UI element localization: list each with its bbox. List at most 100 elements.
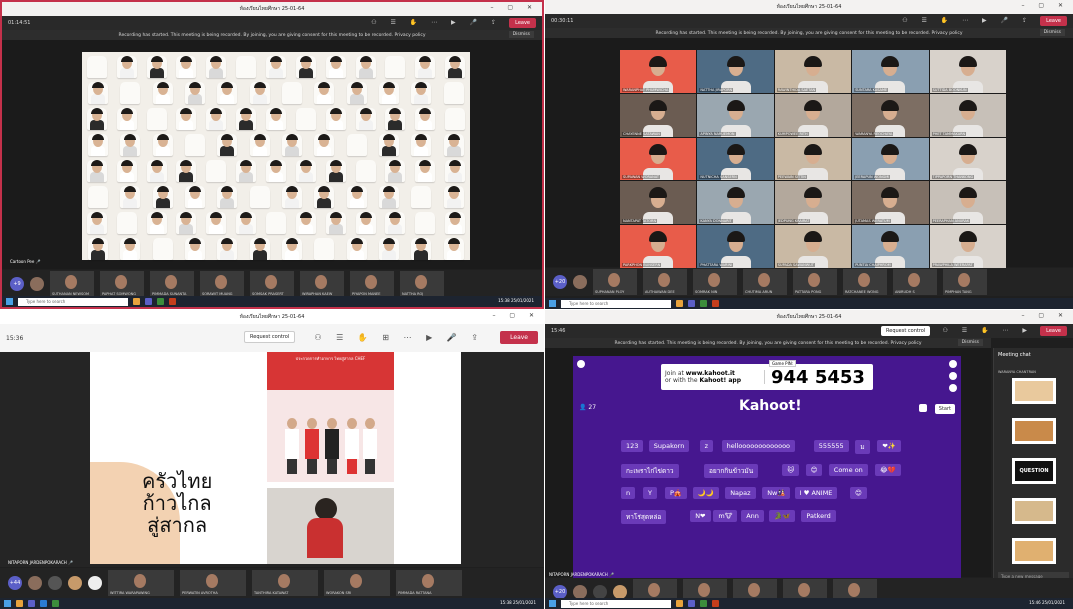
- participant-video-tile[interactable]: JEERAPUN WONGMI: [852, 137, 929, 181]
- taskbar-search-input[interactable]: Type here to search: [561, 299, 671, 308]
- chat-image[interactable]: [1012, 378, 1056, 404]
- file-explorer-icon[interactable]: [133, 298, 140, 305]
- excel-icon[interactable]: [700, 300, 707, 307]
- windows-start-icon[interactable]: [549, 600, 556, 607]
- participant-tile[interactable]: TANTHIRA KATAWAT: [252, 570, 318, 596]
- request-control-button[interactable]: Request control: [244, 331, 296, 343]
- powerpoint-icon[interactable]: [712, 300, 719, 307]
- excel-icon[interactable]: [157, 298, 164, 305]
- participant-tile[interactable]: WORAKON SRI: [324, 570, 390, 596]
- meeting-tool-icons[interactable]: ⚇ ☰ ✋ ⋯ ▶: [943, 327, 1033, 334]
- request-control-button[interactable]: Request control: [881, 326, 931, 336]
- file-explorer-icon[interactable]: [676, 300, 683, 307]
- teams-icon[interactable]: [688, 600, 695, 607]
- window-controls[interactable]: – ▢ ✕: [1021, 2, 1069, 9]
- participant-tile[interactable]: PATTARA PONG: [793, 269, 837, 295]
- participant-tile[interactable]: PAPHAT SOMWONG: [100, 271, 144, 297]
- more-participants-button[interactable]: +44: [8, 576, 22, 590]
- participant-video-tile[interactable]: JUTAMAS WERATUM: [852, 181, 929, 225]
- participant-video-tile[interactable]: SUTTIDA BOONKUN: [929, 50, 1006, 93]
- excel-icon[interactable]: [52, 600, 59, 607]
- leave-button[interactable]: Leave: [509, 18, 536, 28]
- close-icon[interactable]: [949, 360, 957, 368]
- leave-button[interactable]: Leave: [500, 331, 538, 344]
- dismiss-button[interactable]: Dismiss: [1039, 29, 1065, 36]
- windows-start-icon[interactable]: [6, 298, 13, 305]
- participant-video-tile[interactable]: SUPADA SAWANWUT: [774, 225, 852, 268]
- participant-video-tile[interactable]: NUTNICHA SANSERN: [697, 137, 774, 181]
- participant-video-tile[interactable]: SUPAWAN WORANAT: [620, 137, 697, 181]
- file-explorer-icon[interactable]: [676, 600, 683, 607]
- participant-video-tile[interactable]: PRAWPHILA WEERAPAT: [929, 225, 1006, 268]
- meeting-tool-icons[interactable]: ⚇ ☰ ✋ ⋯ ▶ 🎤 ⇪: [902, 17, 1033, 24]
- participant-tile[interactable]: PIMMADA RATTANA: [396, 570, 462, 596]
- window-controls[interactable]: – ▢ ✕: [490, 4, 538, 11]
- participant-tile[interactable]: PIYAPON MANEE: [350, 271, 394, 297]
- powerpoint-icon[interactable]: [169, 298, 176, 305]
- more-participants-button[interactable]: +20: [553, 585, 567, 599]
- participant-video-tile[interactable]: NANTAPAT TATORN: [620, 181, 697, 225]
- participant-tile[interactable]: WITTIRA WARAPAWING: [108, 570, 174, 596]
- window-controls[interactable]: – ▢ ✕: [492, 312, 540, 319]
- meeting-tool-icons[interactable]: ⚇ ☰ ✋ ⊞ ⋯ ▶ 🎤 ⇪: [314, 333, 484, 342]
- windows-start-icon[interactable]: [549, 300, 556, 307]
- participant-video-tile[interactable]: PEERAPHAN ANURAK: [929, 181, 1006, 225]
- participant-tile[interactable]: SORAWIT MUANG: [200, 271, 244, 297]
- chat-image[interactable]: [1012, 498, 1056, 524]
- more-participants-button[interactable]: +9: [10, 277, 24, 291]
- participant-tile[interactable]: CHUTIMA ARUN: [743, 269, 787, 295]
- participant-video-tile[interactable]: WARANYA REOCHAYA: [852, 93, 929, 137]
- more-participants-button[interactable]: +20: [553, 275, 567, 289]
- participant-tile[interactable]: SOMSAK PRASERT: [250, 271, 294, 297]
- participant-video-tile[interactable]: WARANPHAT PHUMWICHA: [620, 50, 697, 93]
- participant-video-tile[interactable]: SUNTARA KASAME: [852, 50, 929, 93]
- dismiss-button[interactable]: Dismiss: [508, 31, 534, 38]
- participant-tile[interactable]: WIRAPHAN KAEW: [300, 271, 344, 297]
- chat-image[interactable]: [1012, 538, 1056, 564]
- participant-tile[interactable]: PIMPHAN TANG: [943, 269, 987, 295]
- participant-video-tile[interactable]: KANYA DONNARIT: [697, 181, 774, 225]
- participant-tile[interactable]: PERWATIN AVROTHA: [180, 570, 246, 596]
- participant-tile[interactable]: AUTHAIWAN DEE: [643, 269, 687, 295]
- participant-tile[interactable]: NATTHA ROJ: [400, 271, 444, 297]
- participant-tile[interactable]: SOMRAK NIN: [693, 269, 737, 295]
- settings-icon[interactable]: [949, 372, 957, 380]
- participant-video-tile[interactable]: PARKPHON BUNSERN: [620, 225, 697, 268]
- participant-tile[interactable]: SUPHANAN PLOY: [593, 269, 637, 295]
- lock-icon[interactable]: [919, 404, 927, 412]
- participant-video-tile[interactable]: CHAYENNE SATAWAN: [620, 93, 697, 137]
- meeting-tool-icons[interactable]: ⚇ ☰ ✋ ⋯ ▶ 🎤 ⇪: [371, 19, 502, 26]
- taskbar-search-input[interactable]: Type here to search: [18, 297, 128, 306]
- participant-video-tile[interactable]: RAWINTHIDA SAETAN: [774, 50, 852, 93]
- participant-tile[interactable]: RATCHANEE WONG: [843, 269, 887, 295]
- participant-video-tile[interactable]: PEEWAIN SITTIN: [774, 137, 852, 181]
- participant-video-tile[interactable]: APINYA NARUEMON: [697, 93, 774, 137]
- powerpoint-icon[interactable]: [712, 600, 719, 607]
- participant-video-tile[interactable]: TIPPAPORN THANKONG: [929, 137, 1006, 181]
- participant-video-tile[interactable]: JEDPUNG KRAIRAT: [774, 181, 852, 225]
- leave-button[interactable]: Leave: [1040, 16, 1067, 26]
- window-controls[interactable]: – ▢ ✕: [1021, 312, 1069, 319]
- participant-video-tile[interactable]: NATTHA JIRAPORN: [697, 50, 774, 93]
- taskbar-search-input[interactable]: Type here to search: [561, 599, 671, 608]
- edge-icon[interactable]: [40, 600, 47, 607]
- file-explorer-icon[interactable]: [16, 600, 23, 607]
- dismiss-button[interactable]: Dismiss: [957, 339, 983, 346]
- fullscreen-icon[interactable]: [949, 384, 957, 392]
- start-button[interactable]: Start: [934, 404, 955, 414]
- leave-button[interactable]: Leave: [1040, 326, 1067, 336]
- excel-icon[interactable]: [700, 600, 707, 607]
- windows-start-icon[interactable]: [4, 600, 11, 607]
- participant-video-tile[interactable]: PHET TAMMAKARN: [929, 93, 1006, 137]
- participant-video-tile[interactable]: PUNTIA CHAIPHROM: [852, 225, 929, 268]
- chat-image[interactable]: [1012, 418, 1056, 444]
- participant-tile[interactable]: ANIRUDH S: [893, 269, 937, 295]
- participant-tile[interactable]: SUTHANAN NEWSOM: [50, 271, 94, 297]
- participant-tile[interactable]: PIMMADA SUNANTA: [150, 271, 194, 297]
- chat-image[interactable]: QUESTION: [1012, 458, 1056, 484]
- teams-icon[interactable]: [688, 300, 695, 307]
- participant-video-tile[interactable]: KUMPOWEE RITH: [774, 93, 852, 137]
- teams-icon[interactable]: [28, 600, 35, 607]
- participant-video-tile[interactable]: PHATTARA WARINI: [697, 225, 774, 268]
- teams-icon[interactable]: [145, 298, 152, 305]
